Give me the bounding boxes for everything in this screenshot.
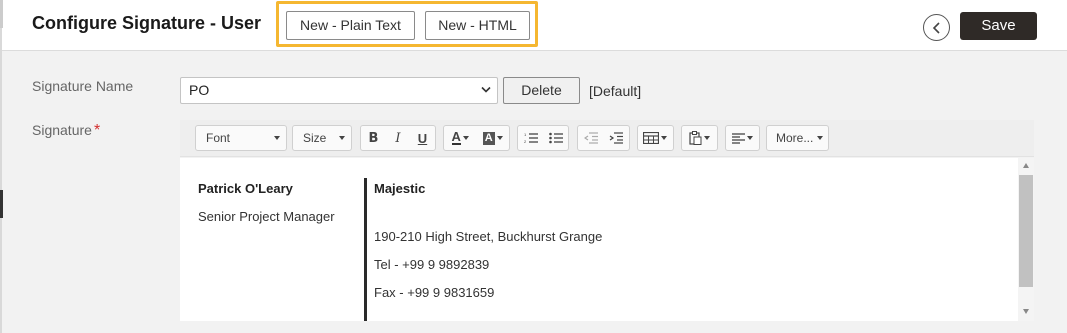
chevron-down-icon xyxy=(481,86,491,93)
font-dropdown-label: Font xyxy=(206,131,231,145)
signature-person-name: Patrick O'Leary xyxy=(198,181,293,196)
table-icon[interactable] xyxy=(638,126,672,150)
size-dropdown[interactable]: Size xyxy=(292,125,352,151)
signature-company: Majestic xyxy=(374,181,426,196)
paste-icon[interactable] xyxy=(682,126,716,150)
highlight-color-icon[interactable]: A xyxy=(477,126,510,150)
chevron-down-icon xyxy=(817,136,823,140)
signature-tel: Tel - +99 9 9892839 xyxy=(374,257,490,272)
delete-button[interactable]: Delete xyxy=(503,77,580,104)
more-dropdown[interactable]: More... xyxy=(766,125,829,151)
paste-group xyxy=(681,125,718,151)
italic-icon[interactable]: I xyxy=(386,126,410,150)
size-dropdown-label: Size xyxy=(303,131,327,145)
signature-fax: Fax - +99 9 9831659 xyxy=(374,285,495,300)
font-dropdown[interactable]: Font xyxy=(195,125,287,151)
font-color-icon[interactable]: A xyxy=(444,126,477,150)
signature-address: 190-210 High Street, Buckhurst Grange xyxy=(374,229,603,244)
align-icon[interactable] xyxy=(726,126,759,150)
more-dropdown-label: More... xyxy=(776,131,814,145)
signature-label: Signature * xyxy=(32,122,100,140)
indent-icon[interactable] xyxy=(603,126,628,150)
outdent-icon[interactable] xyxy=(578,126,603,150)
chevron-left-icon xyxy=(932,21,940,34)
signature-divider xyxy=(364,178,367,321)
page-title: Configure Signature - User xyxy=(32,13,262,33)
new-plain-text-button[interactable]: New - Plain Text xyxy=(286,11,415,40)
signature-name-value: PO xyxy=(189,82,210,98)
default-tag: [Default] xyxy=(589,83,642,99)
bold-icon[interactable]: B xyxy=(361,126,386,150)
left-edge-marker-top xyxy=(0,0,3,28)
signature-person-title: Senior Project Manager xyxy=(198,209,335,224)
signature-name-select[interactable]: PO xyxy=(180,77,498,104)
editor-scrollbar[interactable] xyxy=(1018,158,1034,321)
scroll-down-arrow-icon[interactable] xyxy=(1023,309,1029,314)
align-group xyxy=(725,125,760,151)
chevron-down-icon xyxy=(274,136,280,140)
bullet-list-icon[interactable] xyxy=(543,126,568,150)
scroll-up-arrow-icon[interactable] xyxy=(1023,163,1029,168)
signature-name-label: Signature Name xyxy=(32,78,134,94)
text-style-group: B I U xyxy=(360,125,436,151)
back-button[interactable] xyxy=(923,14,950,41)
table-group xyxy=(637,125,674,151)
color-group: A A xyxy=(443,125,510,151)
left-edge-marker xyxy=(0,190,3,218)
save-button[interactable]: Save xyxy=(960,12,1037,40)
required-marker: * xyxy=(93,122,101,139)
editor-toolbar: Font Size B I U A A 12 More... xyxy=(180,120,1034,157)
svg-text:2: 2 xyxy=(524,139,527,144)
left-edge xyxy=(0,0,2,333)
signature-label-text: Signature xyxy=(32,122,92,138)
chevron-down-icon xyxy=(339,136,345,140)
list-group: 12 xyxy=(517,125,569,151)
new-html-button[interactable]: New - HTML xyxy=(425,11,530,40)
underline-icon[interactable]: U xyxy=(410,126,435,150)
indent-group xyxy=(577,125,630,151)
signature-editor[interactable]: Patrick O'Leary Senior Project Manager M… xyxy=(180,158,1034,321)
numbered-list-icon[interactable]: 12 xyxy=(518,126,543,150)
svg-text:1: 1 xyxy=(524,132,527,137)
scroll-thumb[interactable] xyxy=(1019,175,1033,287)
